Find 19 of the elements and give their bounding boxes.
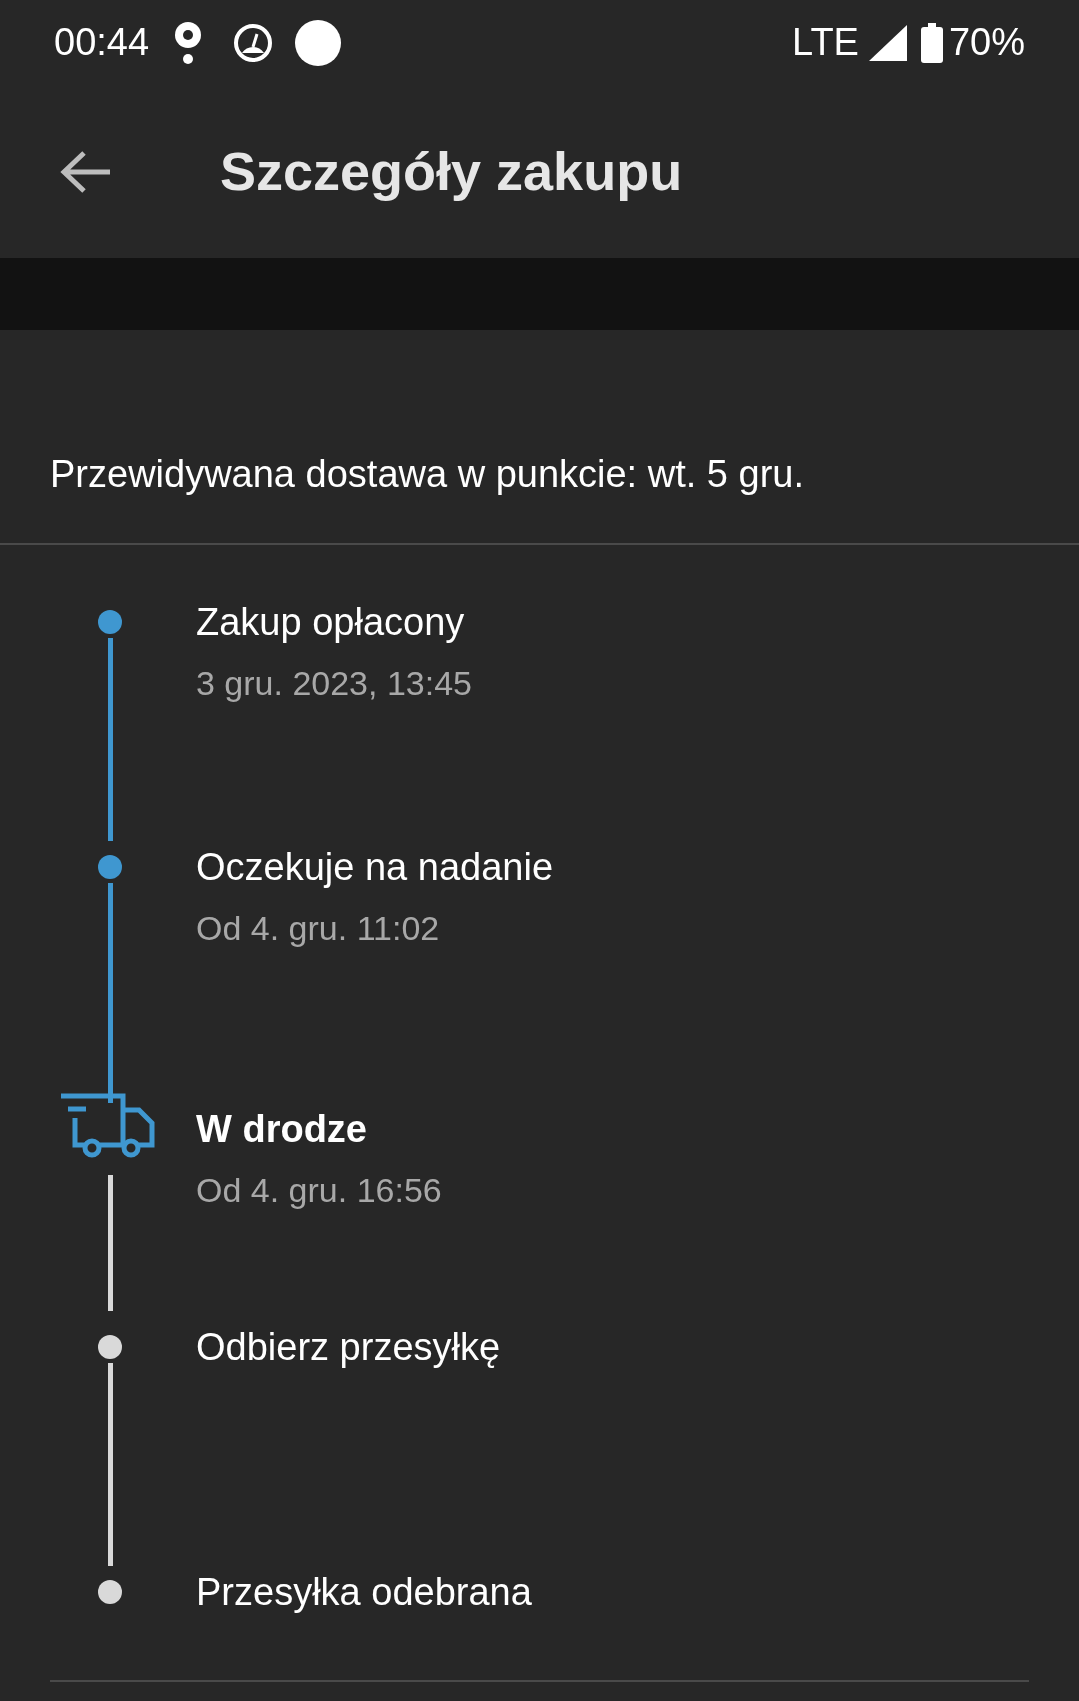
location-pin-icon bbox=[173, 20, 204, 65]
network-type: LTE bbox=[792, 20, 859, 65]
signal-icon bbox=[868, 24, 907, 61]
step-title: W drodze bbox=[196, 1107, 368, 1151]
step-title: Przesyłka odebrana bbox=[196, 1570, 532, 1614]
step-time: 3 gru. 2023, 13:45 bbox=[196, 663, 472, 704]
speedometer-icon bbox=[233, 22, 274, 63]
page-title: Szczegóły zakupu bbox=[220, 140, 683, 203]
battery-level: 70% bbox=[948, 20, 1025, 65]
circle-icon bbox=[295, 19, 342, 66]
clock: 00:44 bbox=[54, 20, 150, 65]
back-arrow-icon bbox=[60, 149, 112, 194]
step-time: Od 4. gru. 16:56 bbox=[196, 1170, 442, 1211]
step-title: Oczekuje na nadanie bbox=[196, 845, 554, 889]
step-title: Odbierz przesyłkę bbox=[196, 1325, 501, 1369]
step-title: Zakup opłacony bbox=[196, 600, 466, 644]
delivery-estimate: Przewidywana dostawa w punkcie: wt. 5 gru. bbox=[50, 452, 805, 497]
battery-icon bbox=[920, 22, 943, 63]
step-time: Od 4. gru. 11:02 bbox=[196, 908, 441, 949]
